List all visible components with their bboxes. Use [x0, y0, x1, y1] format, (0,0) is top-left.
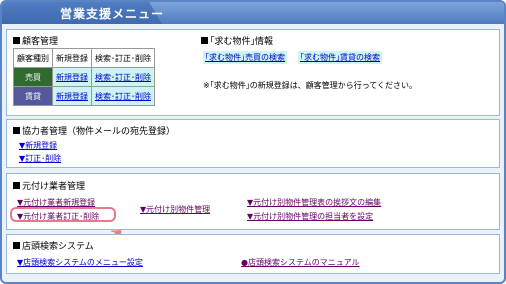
menu-window: 営業支援メニュー 顧客管理 顧客種別 新規登録 検索･訂正･削除 売買 新規登録…	[0, 0, 506, 284]
partner-edit-link[interactable]: ▼訂正･削除	[19, 153, 61, 164]
agent-greeting-link[interactable]: ▼元付け別物件管理表の挨拶文の編集	[247, 197, 381, 208]
panel-store: 店頭検索システム ▼店頭検索システムのメニュー設定 ●店頭検索システムのマニュア…	[6, 234, 500, 274]
table-row: 顧客種別 新規登録 検索･訂正･削除	[13, 48, 155, 68]
customer-heading-text: 顧客管理	[22, 37, 59, 47]
sell-new-link[interactable]: 新規登録	[56, 73, 88, 82]
partner-heading-text: 協力者管理（物件メールの宛先登録）	[22, 127, 176, 137]
panel-customer: 顧客管理 顧客種別 新規登録 検索･訂正･削除 売買 新規登録 検索･訂正･削除…	[6, 29, 500, 116]
rent-new-link[interactable]: 新規登録	[56, 92, 88, 101]
store-manual-link[interactable]: ●店頭検索システムのマニュアル	[241, 257, 360, 268]
bullet-square-icon	[13, 242, 20, 249]
store-heading-text: 店頭検索システム	[22, 242, 94, 252]
partner-new-link[interactable]: ▼新規登録	[19, 140, 57, 151]
agent-heading: 元付け業者管理	[13, 179, 85, 192]
bullet-square-icon	[201, 37, 208, 44]
table-row: 売買 新規登録 検索･訂正･削除	[13, 67, 155, 87]
wanted-heading: ｢求む物件｣情報	[201, 34, 273, 47]
cell-edit-sell: 検索･訂正･削除	[91, 67, 155, 87]
type-sell: 売買	[13, 67, 53, 87]
wanted-note: ※｢求む物件｣の新規登録は、顧客管理から行ってください。	[203, 81, 418, 90]
cell-edit-rent: 検索･訂正･削除	[91, 86, 155, 106]
wanted-rent-search-link[interactable]: ｢求む物件｣賃貸の検索	[298, 51, 382, 64]
agent-person-link[interactable]: ▼元付け別物件管理の担当者を設定	[247, 211, 373, 222]
rent-edit-link[interactable]: 検索･訂正･削除	[95, 92, 151, 101]
partner-heading: 協力者管理（物件メールの宛先登録）	[13, 124, 175, 137]
customer-table: 顧客種別 新規登録 検索･訂正･削除 売買 新規登録 検索･訂正･削除 賃貸 新…	[13, 48, 155, 106]
cell-new-sell: 新規登録	[52, 67, 92, 87]
highlight-ring	[10, 207, 116, 222]
bullet-square-icon	[13, 182, 20, 189]
window-title: 営業支援メニュー	[60, 7, 165, 21]
wanted-sale-search-link[interactable]: ｢求む物件｣売買の検索	[203, 51, 287, 64]
store-heading: 店頭検索システム	[13, 239, 94, 252]
agent-heading-text: 元付け業者管理	[22, 182, 86, 192]
title-bar: 営業支援メニュー	[2, 2, 504, 24]
store-menu-link[interactable]: ▼店頭検索システムのメニュー設定	[17, 257, 143, 268]
bullet-square-icon	[13, 127, 20, 134]
panel-partner: 協力者管理（物件メールの宛先登録） ▼新規登録 ▼訂正･削除	[6, 119, 500, 168]
sell-edit-link[interactable]: 検索･訂正･削除	[95, 73, 151, 82]
agent-property-link[interactable]: ▼元付け別物件管理	[140, 204, 210, 215]
type-rent: 賃貸	[13, 86, 53, 106]
cell-new-rent: 新規登録	[52, 86, 92, 106]
bullet-square-icon	[13, 37, 20, 44]
customer-heading: 顧客管理	[13, 34, 58, 47]
table-row: 賃貸 新規登録 検索･訂正･削除	[13, 86, 155, 106]
wanted-heading-text: ｢求む物件｣情報	[210, 37, 274, 47]
header-edit: 検索･訂正･削除	[91, 48, 155, 68]
header-type: 顧客種別	[13, 48, 53, 68]
header-new: 新規登録	[52, 48, 92, 68]
